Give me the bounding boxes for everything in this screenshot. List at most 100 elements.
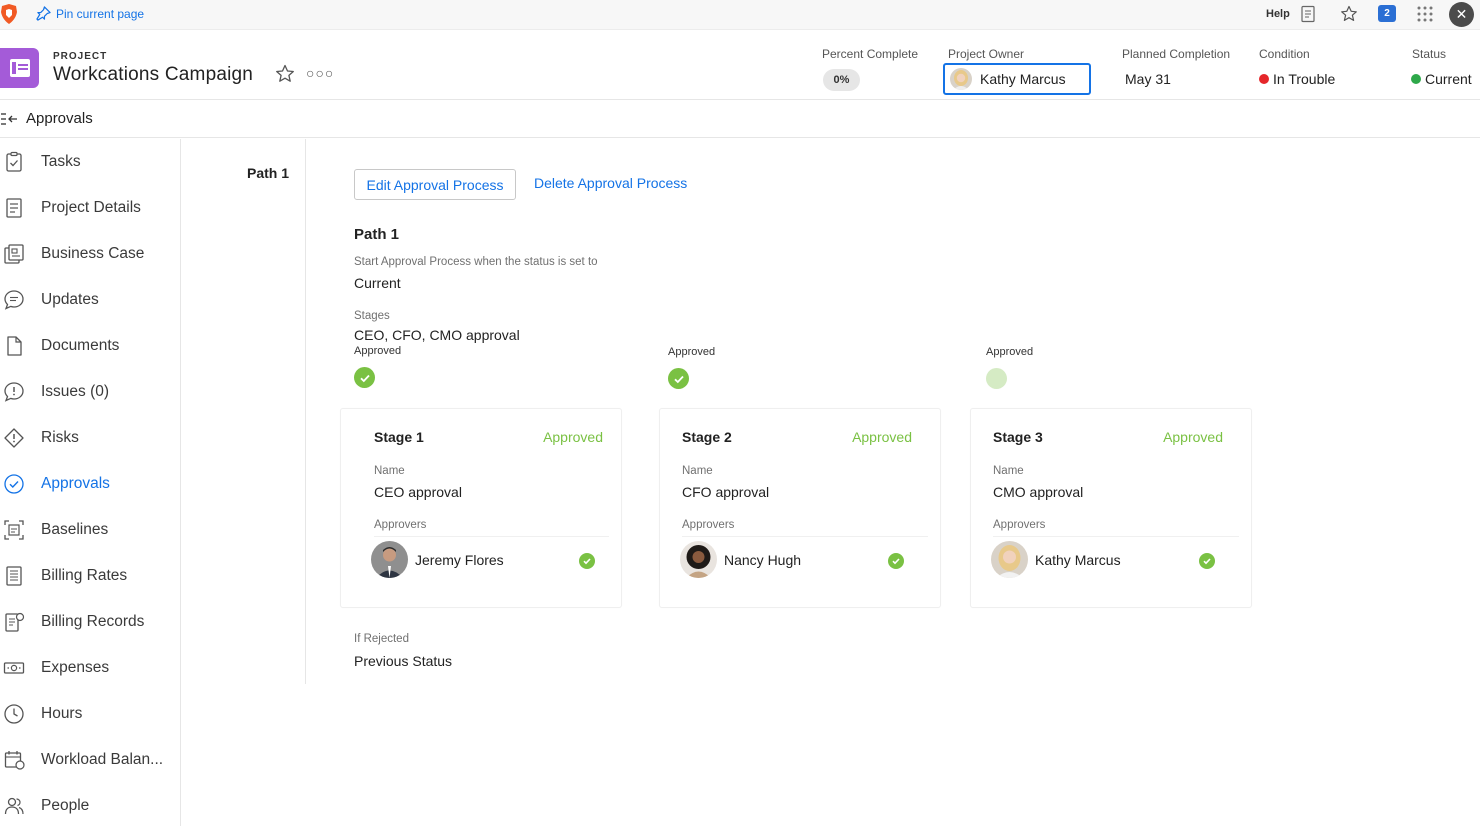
check-circle-icon	[1, 471, 27, 497]
stage-status: Approved	[852, 429, 912, 445]
browser-toolbar: Pin current page Help 2 ✕	[0, 0, 1480, 30]
divider	[682, 536, 928, 537]
sidebar-item-label: Baselines	[41, 521, 109, 538]
stage-name: CFO approval	[682, 484, 770, 500]
divider	[993, 536, 1239, 537]
more-options-icon[interactable]: ○○○	[306, 65, 334, 81]
sidebar-item-workload-balancer[interactable]: Workload Balan...	[0, 745, 180, 775]
start-approval-value: Current	[354, 275, 401, 291]
stages-value: CEO, CFO, CMO approval	[354, 327, 520, 343]
approver-name: Kathy Marcus	[1035, 551, 1121, 568]
sidebar-item-risks[interactable]: Risks	[0, 423, 180, 453]
stage-name-label: Name	[993, 465, 1024, 477]
collapse-sidebar-icon[interactable]	[0, 111, 20, 127]
close-icon[interactable]: ✕	[1449, 2, 1474, 27]
issue-bubble-icon	[1, 379, 27, 405]
percent-complete-label: Percent Complete	[822, 47, 919, 61]
sidebar-item-label: Risks	[41, 429, 79, 446]
stage-title: Stage 2	[682, 429, 732, 445]
stage-name: CEO approval	[374, 484, 462, 500]
path-nav-item[interactable]: Path 1	[247, 165, 289, 181]
sidebar-item-billing-rates[interactable]: Billing Rates	[0, 561, 180, 591]
pin-label: Pin current page	[56, 6, 145, 21]
stage-card: Stage 1 Approved Name CEO approval Appro…	[340, 408, 622, 608]
risk-diamond-icon	[1, 425, 27, 451]
stage-card: Stage 3 Approved Name CMO approval Appro…	[970, 408, 1252, 608]
stage-progress-label: Approved	[354, 345, 402, 357]
sidebar-item-documents[interactable]: Documents	[0, 331, 180, 361]
avatar	[991, 541, 1028, 578]
sidebar-item-label: Tasks	[41, 153, 81, 170]
sidebar-item-label: Expenses	[41, 659, 110, 676]
approver-row[interactable]: Kathy Marcus	[991, 541, 1121, 578]
avatar	[680, 541, 717, 578]
sidebar-item-hours[interactable]: Hours	[0, 699, 180, 729]
project-owner-value: Kathy Marcus	[980, 71, 1066, 87]
people-icon	[1, 793, 27, 819]
favorite-star-icon[interactable]	[1340, 5, 1358, 23]
condition-status-dot	[1259, 74, 1269, 84]
status-field[interactable]: Current	[1411, 71, 1472, 87]
section-title: Approvals	[26, 110, 93, 127]
stage-status: Approved	[1163, 429, 1223, 445]
stages-label: Stages	[354, 310, 390, 322]
if-rejected-label: If Rejected	[354, 633, 409, 645]
business-case-icon	[1, 241, 27, 267]
approved-check-icon	[354, 367, 375, 388]
sidebar-item-expenses[interactable]: Expenses	[0, 653, 180, 683]
planned-completion-value[interactable]: May 31	[1125, 71, 1171, 87]
clock-icon	[1, 701, 27, 727]
sidebar-item-label: People	[41, 797, 90, 814]
sidebar-item-baselines[interactable]: Baselines	[0, 515, 180, 545]
pin-current-page-button[interactable]: Pin current page	[36, 6, 144, 21]
avatar	[950, 68, 972, 90]
project-type-icon	[0, 48, 39, 88]
condition-label: Condition	[1259, 47, 1310, 61]
approver-row[interactable]: Jeremy Flores	[371, 541, 504, 578]
notifications-badge[interactable]: 2	[1378, 5, 1396, 22]
sidebar-item-updates[interactable]: Updates	[0, 285, 180, 315]
favorite-star-icon[interactable]	[275, 64, 295, 84]
sidebar-item-business-case[interactable]: Business Case	[0, 239, 180, 269]
approved-check-icon	[668, 368, 689, 389]
notes-icon[interactable]	[1299, 5, 1317, 23]
status-dot	[1411, 74, 1421, 84]
sidebar-item-label: Project Details	[41, 199, 141, 216]
stage-title: Stage 1	[374, 429, 424, 445]
apps-grid-icon[interactable]	[1416, 5, 1434, 23]
status-value: Current	[1425, 71, 1472, 87]
brave-lion-icon[interactable]	[0, 4, 18, 24]
sidebar-item-people[interactable]: People	[0, 791, 180, 821]
approved-check-icon	[1199, 553, 1215, 569]
help-link[interactable]: Help	[1266, 8, 1290, 20]
sidebar-item-label: Hours	[41, 705, 83, 722]
project-owner-field[interactable]: Kathy Marcus	[943, 63, 1091, 95]
approver-row[interactable]: Nancy Hugh	[680, 541, 801, 578]
section-bar: Approvals	[0, 100, 1480, 138]
percent-complete-value: 0%	[823, 69, 860, 91]
sidebar-item-approvals[interactable]: Approvals	[0, 469, 180, 499]
condition-value: In Trouble	[1273, 71, 1336, 87]
sidebar-item-issues[interactable]: Issues (0)	[0, 377, 180, 407]
sidebar-item-label: Approvals	[41, 475, 110, 492]
stage-title: Stage 3	[993, 429, 1043, 445]
sidebar-item-tasks[interactable]: Tasks	[0, 147, 180, 177]
sidebar-item-billing-records[interactable]: Billing Records	[0, 607, 180, 637]
planned-completion-label: Planned Completion	[1122, 47, 1231, 61]
calendar-balance-icon	[1, 747, 27, 773]
sidebar-item-label: Issues (0)	[41, 383, 110, 400]
billing-rates-icon	[1, 563, 27, 589]
approver-name: Nancy Hugh	[724, 551, 802, 568]
baseline-icon	[1, 517, 27, 543]
condition-field[interactable]: In Trouble	[1259, 71, 1335, 87]
stage-progress-label: Approved	[986, 346, 1034, 358]
edit-approval-process-button[interactable]: Edit Approval Process	[354, 169, 516, 200]
path-list: Path 1	[182, 139, 306, 684]
file-icon	[1, 333, 27, 359]
delete-approval-process-link[interactable]: Delete Approval Process	[534, 175, 687, 191]
start-approval-label: Start Approval Process when the status i…	[354, 256, 598, 268]
sidebar-item-project-details[interactable]: Project Details	[0, 193, 180, 223]
sidebar-item-label: Billing Records	[41, 613, 145, 630]
approved-check-icon	[579, 553, 595, 569]
path-heading: Path 1	[354, 226, 400, 243]
